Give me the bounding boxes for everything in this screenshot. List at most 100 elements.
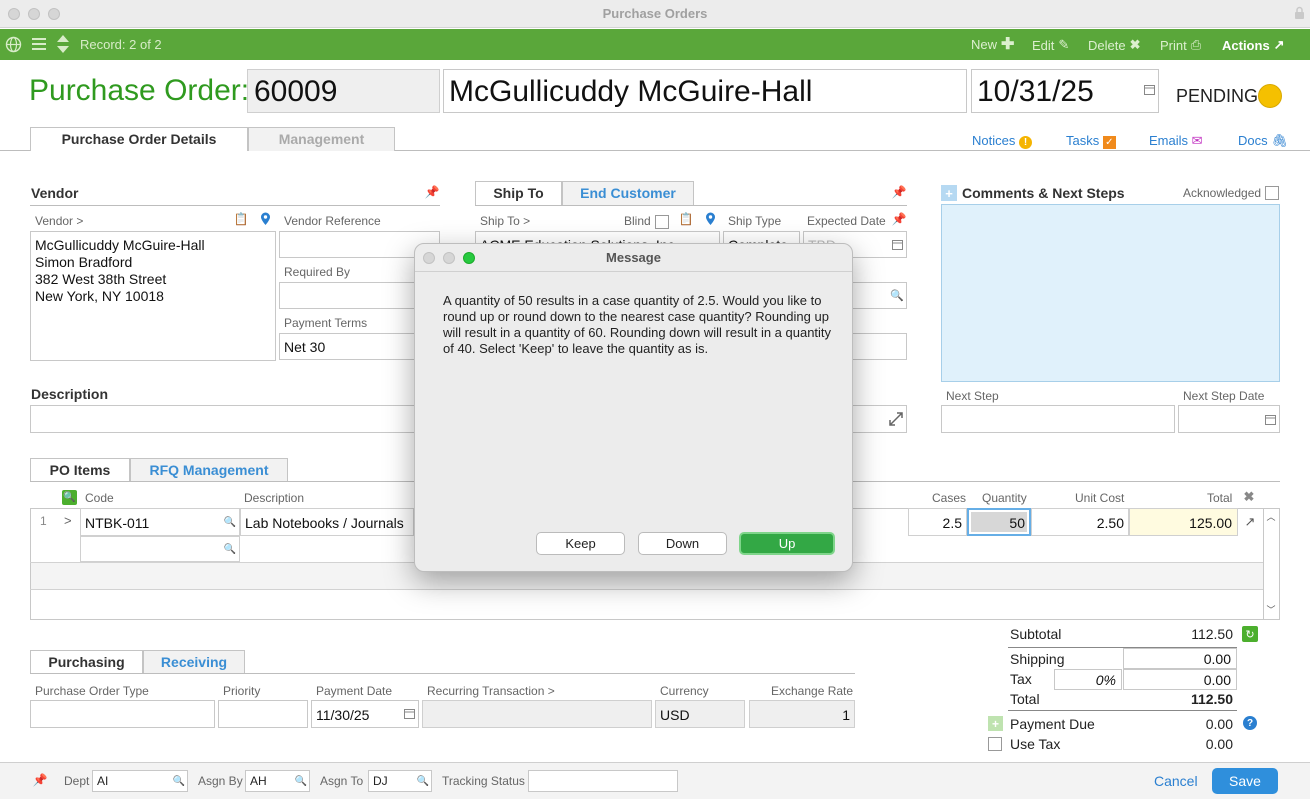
pin-icon[interactable]: 📌 [892,185,907,199]
use-tax-label: Use Tax [1010,736,1061,752]
search-icon[interactable]: 🔍 [890,289,904,302]
currency-label: Currency [660,684,709,698]
search-icon[interactable]: 🔍 [224,543,236,555]
new-code-field[interactable]: 🔍 [80,536,240,562]
dept-field[interactable]: AI 🔍 [92,770,188,792]
po-number-field[interactable]: 60009 [254,75,337,109]
unit-cost-cell[interactable]: 2.50 [1031,508,1129,536]
printer-icon: ⎙ [1190,37,1202,52]
actions-button[interactable]: Actions ↗ [1222,37,1285,53]
search-icon[interactable]: 🔍 [224,516,236,528]
docs-link[interactable]: Docs 🖇 [1238,133,1288,149]
assigned-by-field[interactable]: AH 🔍 [245,770,310,792]
pin-icon[interactable]: 📌 [892,212,907,226]
expand-icon[interactable] [888,411,904,427]
tab-purchasing[interactable]: Purchasing [30,650,143,674]
tracking-status-field[interactable] [528,770,678,792]
col-code: Code [85,491,114,505]
vendor-name-field[interactable]: McGullicuddy McGuire-Hall [449,75,812,109]
comments-textarea[interactable] [941,204,1280,382]
search-icon[interactable]: 🔍 [295,775,307,787]
tax-rate-field[interactable]: 0% [1054,669,1122,690]
new-button[interactable]: New ✚ [971,36,1014,52]
tracking-status-label: Tracking Status [442,774,525,788]
search-icon[interactable]: 🔍 [173,775,185,787]
col-description: Description [244,491,305,505]
cancel-button[interactable]: Cancel [1154,773,1198,789]
shipping-field[interactable]: 0.00 [1123,648,1237,669]
emails-link[interactable]: Emails ✉ [1149,133,1203,149]
help-icon[interactable]: ? [1243,716,1257,730]
map-pin-icon[interactable] [259,212,271,226]
search-icon[interactable]: 🔍 [417,775,429,787]
print-button[interactable]: Print ⎙ [1160,37,1201,53]
up-button[interactable]: Up [739,532,835,555]
open-item-icon[interactable]: ↗ [1243,514,1257,529]
description-cell[interactable]: Lab Notebooks / Journals [240,508,414,536]
next-step-date-label: Next Step Date [1183,389,1265,403]
tab-po-items[interactable]: PO Items [30,458,130,482]
search-items-icon[interactable]: 🔍 [62,490,77,505]
next-step-date-field[interactable] [1178,405,1280,433]
tasks-link[interactable]: Tasks ✓ [1066,133,1116,149]
shipping-label: Shipping [1010,651,1065,667]
add-comment-icon[interactable]: + [941,185,957,201]
envelope-icon: ✉ [1191,133,1203,148]
paperclip-icon: 🖇 [1271,133,1288,148]
save-button[interactable]: Save [1212,768,1278,794]
add-payment-icon[interactable]: + [988,716,1003,731]
exchange-rate-field: 1 [749,700,855,728]
tab-receiving[interactable]: Receiving [143,650,245,674]
address-line: Simon Bradford [35,254,133,270]
po-date-field[interactable]: 10/31/25 [977,75,1094,109]
priority-field[interactable] [218,700,308,728]
clipboard-icon[interactable]: 📋 [234,212,249,226]
edit-button[interactable]: Edit ✎ [1032,37,1069,53]
payment-date-field[interactable]: 11/30/25 [311,700,419,728]
subtotal-value: 112.50 [1191,626,1233,642]
code-field[interactable]: NTBK-011 🔍 [80,508,240,536]
recurring-label[interactable]: Recurring Transaction > [427,684,555,698]
status-indicator-icon [1258,84,1282,108]
cases-cell[interactable]: 2.5 [908,508,967,536]
row-expand-icon[interactable]: > [64,513,72,528]
calendar-icon[interactable] [891,239,903,251]
quantity-cell[interactable]: 50 [967,508,1031,536]
comments-title: Comments & Next Steps [962,185,1125,201]
assigned-to-field[interactable]: DJ 🔍 [368,770,432,792]
use-tax-checkbox[interactable] [988,737,1002,751]
blind-checkbox[interactable] [655,215,669,229]
scroll-up-icon[interactable]: ︿ [1265,510,1277,522]
keep-button[interactable]: Keep [536,532,625,555]
tax-field[interactable]: 0.00 [1123,669,1237,690]
tab-end-customer[interactable]: End Customer [562,181,694,205]
acknowledged-checkbox[interactable] [1265,186,1279,200]
tab-rfq-management[interactable]: RFQ Management [130,458,288,482]
down-button[interactable]: Down [638,532,727,555]
blind-label: Blind [624,214,651,228]
calendar-icon[interactable] [1143,84,1155,96]
refresh-icon[interactable]: ↻ [1242,626,1258,642]
notices-link[interactable]: Notices ! [972,133,1032,149]
scroll-down-icon[interactable]: ﹀ [1265,603,1277,615]
ship-to-link-label[interactable]: Ship To > [480,214,530,228]
clipboard-icon[interactable]: 📋 [679,212,694,226]
map-pin-icon[interactable] [704,212,716,226]
tab-ship-to[interactable]: Ship To [475,181,562,205]
clear-items-icon[interactable]: ✖ [1243,489,1255,504]
po-type-field[interactable] [30,700,215,728]
delete-button[interactable]: Delete ✖ [1088,37,1140,53]
vendor-address-field[interactable]: McGullicuddy McGuire-Hall Simon Bradford… [30,231,276,361]
pin-icon[interactable]: 📌 [425,185,440,199]
tab-purchase-order-details[interactable]: Purchase Order Details [30,127,248,151]
record-stepper-icon[interactable] [55,33,71,55]
calendar-icon[interactable] [1264,414,1276,426]
list-menu-icon[interactable] [30,36,48,52]
pin-icon[interactable]: 📌 [33,773,48,787]
col-cases: Cases [932,491,967,505]
calendar-icon[interactable] [403,708,415,720]
globe-icon[interactable] [4,35,22,53]
tab-management[interactable]: Management [248,127,395,151]
vendor-link-label[interactable]: Vendor > [35,214,83,228]
next-step-field[interactable] [941,405,1175,433]
